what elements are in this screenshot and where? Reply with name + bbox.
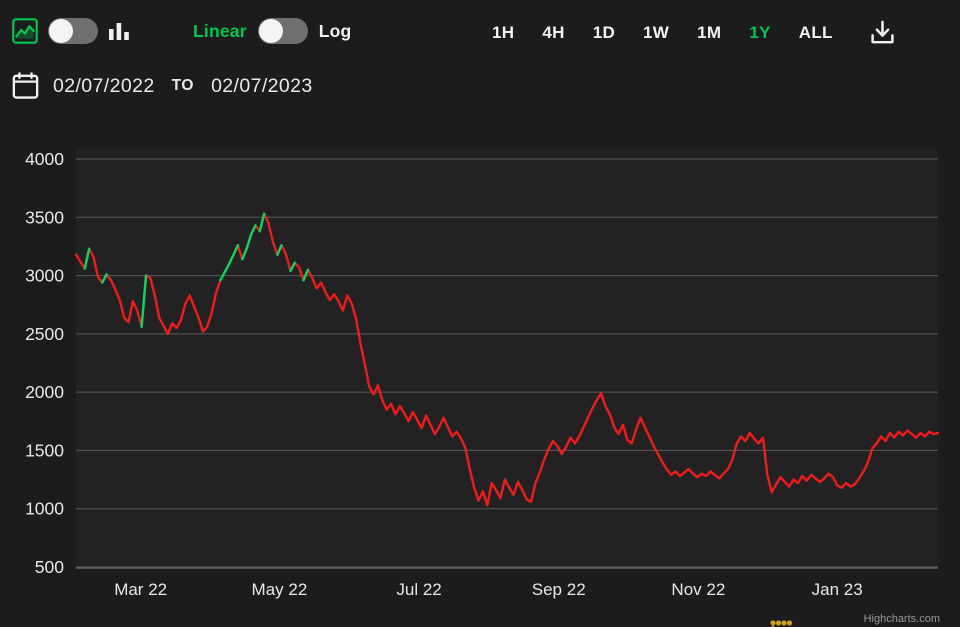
chart-plot-area (76, 149, 938, 567)
y-axis-tick-label: 3500 (25, 207, 64, 227)
x-axis-tick-label: Jul 22 (396, 580, 441, 599)
range-button-4h[interactable]: 4H (528, 20, 578, 46)
scale-switch-knob[interactable] (258, 19, 283, 43)
x-axis-tick-label: Jan 23 (812, 580, 863, 599)
coindesk-logo-dot (775, 620, 782, 626)
y-axis-tick-label: 4000 (25, 149, 64, 169)
price-chart[interactable]: 5001000150020002500300035004000 CoinDesk… (0, 128, 960, 627)
date-range-end[interactable]: 02/07/2023 (211, 75, 313, 98)
coindesk-logo-dot (786, 620, 793, 626)
coindesk-logo-dot (781, 620, 787, 626)
price-chart-svg[interactable]: 5001000150020002500300035004000 CoinDesk… (0, 128, 960, 627)
y-axis-tick-label: 500 (35, 557, 64, 577)
range-button-1d[interactable]: 1D (579, 20, 629, 46)
chart-type-switch-knob[interactable] (49, 19, 73, 43)
y-axis-tick-label: 3000 (25, 266, 64, 286)
scale-toggle-group: Linear Log (193, 18, 351, 44)
date-range-picker[interactable]: 02/07/2022 TO 02/07/2023 (12, 72, 313, 100)
range-button-all[interactable]: ALL (785, 20, 847, 46)
chart-toolbar: Linear Log 1H 4H 1D 1W 1M 1Y ALL (0, 0, 960, 64)
calendar-icon[interactable] (12, 72, 39, 100)
y-axis-tick-label: 2500 (25, 324, 64, 344)
range-button-1y[interactable]: 1Y (735, 20, 784, 46)
x-axis-tick-label: Sep 22 (532, 580, 586, 599)
range-button-1h[interactable]: 1H (478, 20, 528, 46)
scale-switch[interactable] (257, 18, 308, 44)
time-range-group: 1H 4H 1D 1W 1M 1Y ALL (478, 19, 896, 46)
y-axis-tick-label: 1000 (25, 499, 64, 519)
bar-chart-icon[interactable] (108, 19, 130, 43)
y-axis-tick-label: 2000 (25, 382, 64, 402)
download-icon[interactable] (869, 19, 896, 46)
chart-type-toggle-group (12, 18, 130, 44)
range-button-1m[interactable]: 1M (683, 20, 735, 46)
scale-log-label[interactable]: Log (319, 21, 352, 42)
chart-type-switch[interactable] (48, 18, 98, 44)
y-axis-tick-label: 1500 (25, 440, 64, 460)
date-range-separator: TO (171, 77, 195, 94)
x-axis-tick-label: May 22 (252, 580, 308, 599)
scale-linear-label[interactable]: Linear (193, 21, 247, 42)
range-button-1w[interactable]: 1W (629, 20, 683, 46)
date-range-start[interactable]: 02/07/2022 (53, 75, 155, 98)
highcharts-credit[interactable]: Highcharts.com (864, 613, 940, 625)
coindesk-price-chart-app: Linear Log 1H 4H 1D 1W 1M 1Y ALL 02/07/2… (0, 0, 960, 627)
x-axis-tick-label: Nov 22 (671, 580, 725, 599)
line-chart-icon[interactable] (12, 18, 38, 44)
x-axis-tick-label: Mar 22 (114, 580, 167, 599)
coindesk-logo-dot (770, 620, 776, 626)
